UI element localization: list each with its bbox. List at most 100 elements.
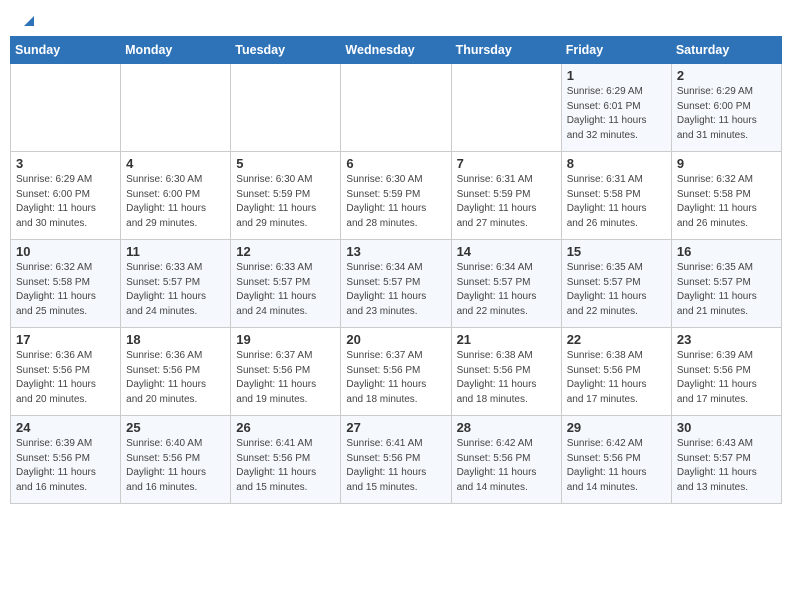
day-number: 6 [346,156,445,171]
day-info: Sunrise: 6:33 AM Sunset: 5:57 PM Dayligh… [236,261,335,319]
day-cell: 22 Sunrise: 6:38 AM Sunset: 5:56 PM Dayli… [561,328,671,416]
day-number: 27 [346,420,445,435]
day-cell: 12 Sunrise: 6:33 AM Sunset: 5:57 PM Dayli… [231,240,341,328]
day-info: Sunrise: 6:30 AM Sunset: 5:59 PM Dayligh… [236,173,335,231]
day-cell: 18 Sunrise: 6:36 AM Sunset: 5:56 PM Dayli… [121,328,231,416]
day-cell [341,64,451,152]
col-header-saturday: Saturday [671,37,781,64]
day-cell: 28 Sunrise: 6:42 AM Sunset: 5:56 PM Dayli… [451,416,561,504]
day-cell: 5 Sunrise: 6:30 AM Sunset: 5:59 PM Daylig… [231,152,341,240]
calendar-header-row: SundayMondayTuesdayWednesdayThursdayFrid… [11,37,782,64]
day-number: 29 [567,420,666,435]
day-cell: 23 Sunrise: 6:39 AM Sunset: 5:56 PM Dayli… [671,328,781,416]
day-cell: 13 Sunrise: 6:34 AM Sunset: 5:57 PM Dayli… [341,240,451,328]
day-number: 30 [677,420,776,435]
day-info: Sunrise: 6:41 AM Sunset: 5:56 PM Dayligh… [236,437,335,495]
day-cell: 16 Sunrise: 6:35 AM Sunset: 5:57 PM Dayli… [671,240,781,328]
day-cell: 30 Sunrise: 6:43 AM Sunset: 5:57 PM Dayli… [671,416,781,504]
day-cell: 10 Sunrise: 6:32 AM Sunset: 5:58 PM Dayli… [11,240,121,328]
page-header [0,0,792,36]
day-number: 7 [457,156,556,171]
col-header-tuesday: Tuesday [231,37,341,64]
day-number: 10 [16,244,115,259]
day-info: Sunrise: 6:38 AM Sunset: 5:56 PM Dayligh… [567,349,666,407]
day-cell: 9Sunrise: 6:32 AM Sunset: 5:58 PM Daylig… [671,152,781,240]
day-number: 12 [236,244,335,259]
day-number: 8 [567,156,666,171]
day-cell: 4 Sunrise: 6:30 AM Sunset: 6:00 PM Daylig… [121,152,231,240]
day-info: Sunrise: 6:30 AM Sunset: 6:00 PM Dayligh… [126,173,225,231]
logo-triangle-icon [20,12,38,30]
day-cell [11,64,121,152]
day-info: Sunrise: 6:33 AM Sunset: 5:57 PM Dayligh… [126,261,225,319]
col-header-monday: Monday [121,37,231,64]
day-info: Sunrise: 6:29 AM Sunset: 6:00 PM Dayligh… [677,85,776,143]
day-number: 18 [126,332,225,347]
week-row-4: 17Sunrise: 6:36 AM Sunset: 5:56 PM Dayli… [11,328,782,416]
day-number: 23 [677,332,776,347]
col-header-wednesday: Wednesday [341,37,451,64]
day-number: 13 [346,244,445,259]
day-cell: 17Sunrise: 6:36 AM Sunset: 5:56 PM Dayli… [11,328,121,416]
calendar: SundayMondayTuesdayWednesdayThursdayFrid… [0,36,792,514]
day-info: Sunrise: 6:29 AM Sunset: 6:00 PM Dayligh… [16,173,115,231]
day-cell: 6 Sunrise: 6:30 AM Sunset: 5:59 PM Daylig… [341,152,451,240]
day-cell: 25Sunrise: 6:40 AM Sunset: 5:56 PM Dayli… [121,416,231,504]
day-number: 5 [236,156,335,171]
day-cell: 19 Sunrise: 6:37 AM Sunset: 5:56 PM Dayli… [231,328,341,416]
day-info: Sunrise: 6:37 AM Sunset: 5:56 PM Dayligh… [236,349,335,407]
day-cell: 20 Sunrise: 6:37 AM Sunset: 5:56 PM Dayli… [341,328,451,416]
day-number: 21 [457,332,556,347]
day-cell: 26 Sunrise: 6:41 AM Sunset: 5:56 PM Dayli… [231,416,341,504]
day-info: Sunrise: 6:30 AM Sunset: 5:59 PM Dayligh… [346,173,445,231]
col-header-friday: Friday [561,37,671,64]
day-number: 28 [457,420,556,435]
day-cell [121,64,231,152]
day-number: 3 [16,156,115,171]
day-cell [451,64,561,152]
day-cell [231,64,341,152]
day-info: Sunrise: 6:35 AM Sunset: 5:57 PM Dayligh… [567,261,666,319]
day-cell: 21 Sunrise: 6:38 AM Sunset: 5:56 PM Dayli… [451,328,561,416]
day-number: 15 [567,244,666,259]
day-number: 19 [236,332,335,347]
logo [18,14,38,30]
day-info: Sunrise: 6:38 AM Sunset: 5:56 PM Dayligh… [457,349,556,407]
day-number: 16 [677,244,776,259]
day-info: Sunrise: 6:34 AM Sunset: 5:57 PM Dayligh… [346,261,445,319]
day-info: Sunrise: 6:31 AM Sunset: 5:58 PM Dayligh… [567,173,666,231]
calendar-body: 1Sunrise: 6:29 AM Sunset: 6:01 PM Daylig… [11,64,782,504]
day-info: Sunrise: 6:39 AM Sunset: 5:56 PM Dayligh… [677,349,776,407]
day-info: Sunrise: 6:32 AM Sunset: 5:58 PM Dayligh… [16,261,115,319]
day-info: Sunrise: 6:34 AM Sunset: 5:57 PM Dayligh… [457,261,556,319]
day-cell: 24Sunrise: 6:39 AM Sunset: 5:56 PM Dayli… [11,416,121,504]
day-number: 4 [126,156,225,171]
day-info: Sunrise: 6:39 AM Sunset: 5:56 PM Dayligh… [16,437,115,495]
day-number: 9 [677,156,776,171]
day-info: Sunrise: 6:37 AM Sunset: 5:56 PM Dayligh… [346,349,445,407]
day-cell: 29 Sunrise: 6:42 AM Sunset: 5:56 PM Dayli… [561,416,671,504]
day-info: Sunrise: 6:42 AM Sunset: 5:56 PM Dayligh… [567,437,666,495]
day-number: 22 [567,332,666,347]
day-cell: 15 Sunrise: 6:35 AM Sunset: 5:57 PM Dayli… [561,240,671,328]
col-header-sunday: Sunday [11,37,121,64]
day-info: Sunrise: 6:41 AM Sunset: 5:56 PM Dayligh… [346,437,445,495]
day-number: 20 [346,332,445,347]
day-cell: 3 Sunrise: 6:29 AM Sunset: 6:00 PM Daylig… [11,152,121,240]
day-info: Sunrise: 6:29 AM Sunset: 6:01 PM Dayligh… [567,85,666,143]
day-info: Sunrise: 6:35 AM Sunset: 5:57 PM Dayligh… [677,261,776,319]
week-row-1: 1Sunrise: 6:29 AM Sunset: 6:01 PM Daylig… [11,64,782,152]
week-row-5: 24Sunrise: 6:39 AM Sunset: 5:56 PM Dayli… [11,416,782,504]
day-info: Sunrise: 6:42 AM Sunset: 5:56 PM Dayligh… [457,437,556,495]
col-header-thursday: Thursday [451,37,561,64]
day-info: Sunrise: 6:43 AM Sunset: 5:57 PM Dayligh… [677,437,776,495]
day-info: Sunrise: 6:36 AM Sunset: 5:56 PM Dayligh… [126,349,225,407]
day-cell: 14 Sunrise: 6:34 AM Sunset: 5:57 PM Dayli… [451,240,561,328]
day-info: Sunrise: 6:40 AM Sunset: 5:56 PM Dayligh… [126,437,225,495]
calendar-table: SundayMondayTuesdayWednesdayThursdayFrid… [10,36,782,504]
day-cell: 7Sunrise: 6:31 AM Sunset: 5:59 PM Daylig… [451,152,561,240]
week-row-2: 3 Sunrise: 6:29 AM Sunset: 6:00 PM Daylig… [11,152,782,240]
day-number: 26 [236,420,335,435]
day-number: 14 [457,244,556,259]
day-number: 2 [677,68,776,83]
